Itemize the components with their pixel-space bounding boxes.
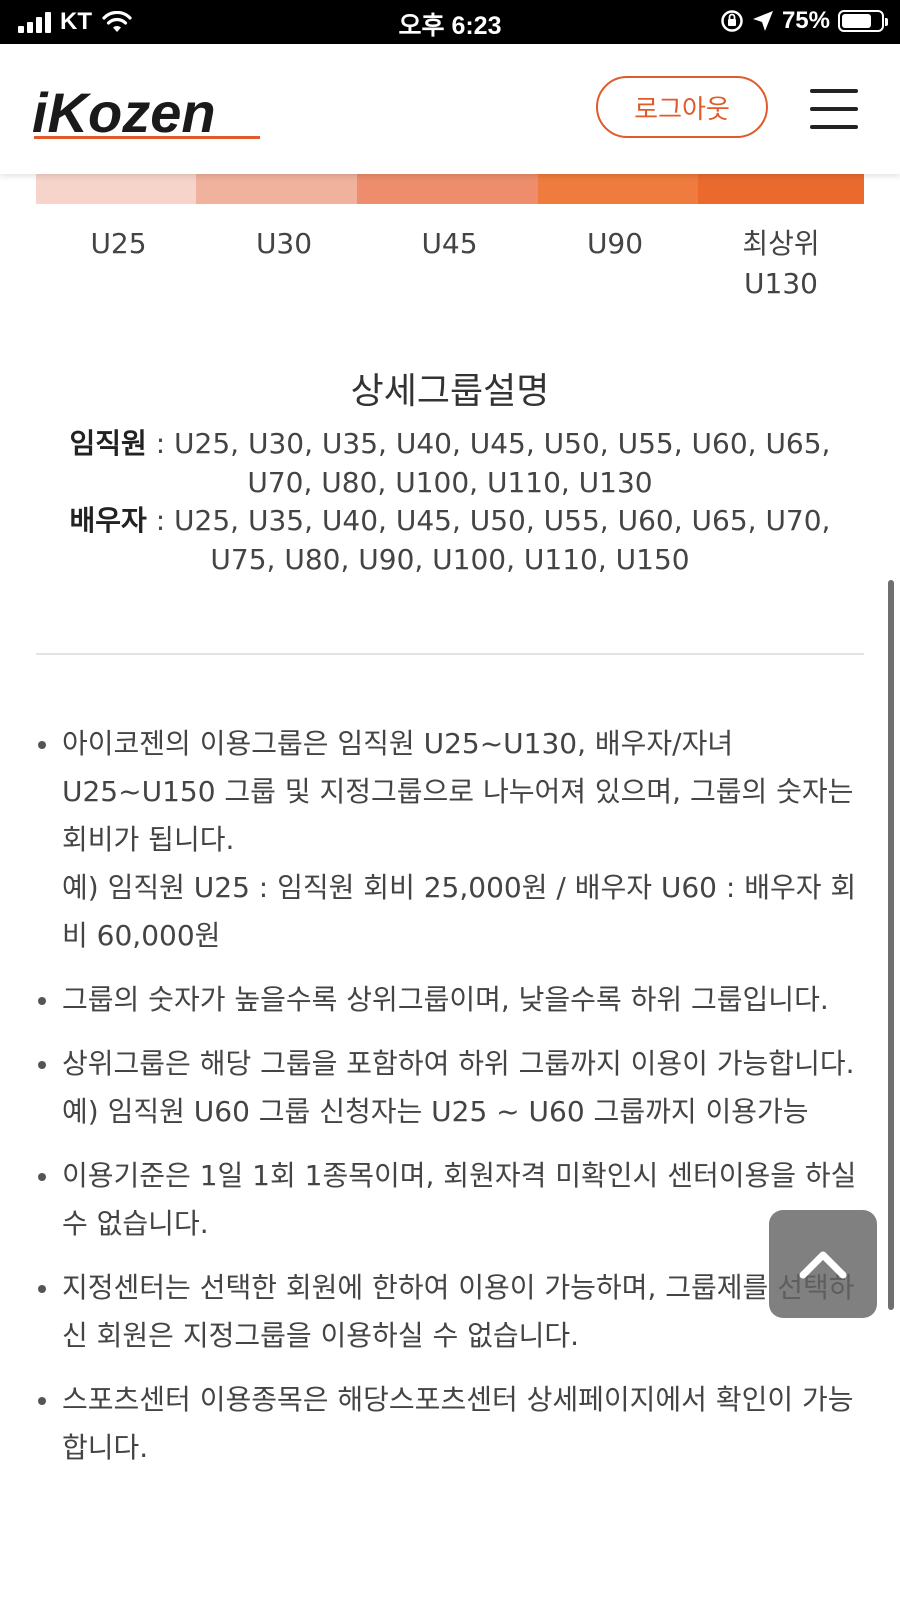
list-item: 상위그룹은 해당 그룹을 포함하여 하위 그룹까지 이용이 가능합니다. 예) … [36,1040,866,1136]
detail-title: 상세그룹설명 [350,371,550,412]
chevron-up-icon [799,1251,847,1279]
level-label: U45 [421,227,478,260]
level-label: U30 [255,227,313,260]
list-item: 스포츠센터 이용종목은 해당스포츠센터 상세페이지에서 확인이 가능 합니다. [36,1376,866,1472]
list-item: 지정센터는 선택한 회원에 한하여 이용이 가능하며, 그룹제를 선택하신 회원… [36,1264,866,1360]
battery-icon [838,10,888,32]
notes-list: 아이코젠의 이용그룹은 임직원 U25~U130, 배우자/자녀 U25~U15… [36,720,866,1488]
level-label: U25 [90,227,147,260]
logo-text: iKozen [32,81,216,140]
level-segment [36,170,196,204]
list-item: 이용기준은 1일 1회 1종목이며, 회원자격 미확인시 센터이용을 하실 수 … [36,1152,866,1248]
battery-fill [842,14,871,28]
level-segment [357,170,538,204]
location-arrow-icon [752,11,773,31]
employee-groups: 임직원 : U25, U30, U35, U40, U45, U50, U55,… [69,427,831,499]
rotation-lock-icon [721,10,743,32]
section-divider [36,653,864,655]
employee-label: 임직원 [69,427,147,460]
level-segment [698,170,864,204]
spouse-label: 배우자 [69,504,147,537]
app-header: iKozen 로그아웃 [0,44,900,174]
ikozen-logo[interactable]: iKozen [32,74,262,144]
level-label: U90 [586,227,644,260]
level-label: 최상위 U130 [742,227,820,300]
employee-group-list: U25, U30, U35, U40, U45, U50, U55, U60, … [174,427,831,499]
scroll-top-button[interactable] [769,1210,877,1318]
list-item: 아이코젠의 이용그룹은 임직원 U25~U130, 배우자/자녀 U25~U15… [36,720,866,960]
status-right: 75% [712,7,888,35]
level-segment [196,170,357,204]
spouse-group-list: U25, U35, U40, U45, U50, U55, U60, U65, … [174,504,831,576]
scrollbar[interactable] [888,580,894,1310]
list-item: 그룹의 숫자가 높을수록 상위그룹이며, 낮을수록 하위 그룹입니다. [36,976,866,1024]
level-color-bar [36,170,864,204]
logout-button[interactable]: 로그아웃 [596,76,768,138]
level-segment [538,170,698,204]
hamburger-icon[interactable] [810,89,860,129]
logo-image: iKozen [32,81,260,144]
level-labels: U25 U30 U45 U90 최상위 U130 [36,224,864,304]
status-bar: KT 오후 6:23 75% [0,0,900,44]
battery-percent: 75% [781,7,830,34]
spouse-groups: 배우자 : U25, U35, U40, U45, U50, U55, U60,… [69,504,831,576]
